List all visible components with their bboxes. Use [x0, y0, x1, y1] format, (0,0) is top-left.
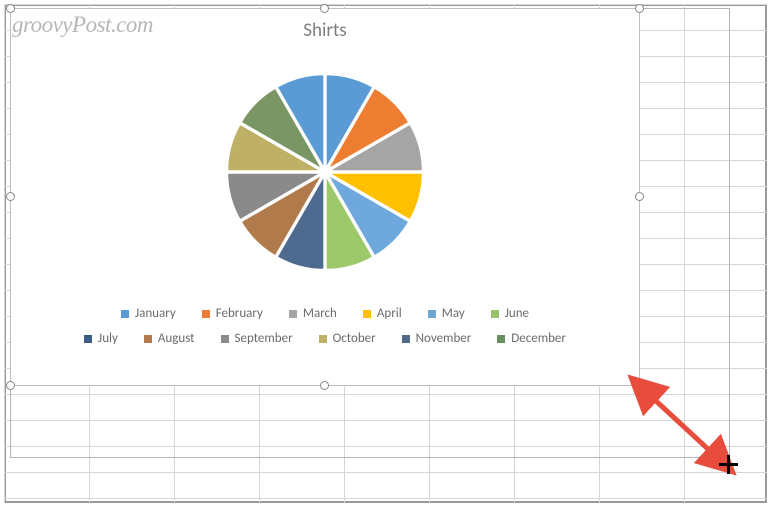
- legend-item[interactable]: May: [428, 306, 465, 321]
- chart-title[interactable]: Shirts: [11, 9, 639, 42]
- legend-swatch-icon: [363, 310, 371, 318]
- legend-label: June: [505, 306, 529, 321]
- legend-swatch-icon: [289, 310, 297, 318]
- resize-handle-sw[interactable]: [6, 381, 15, 390]
- legend-label: August: [158, 331, 195, 346]
- resize-handle-e[interactable]: [635, 192, 644, 201]
- legend-label: April: [377, 306, 402, 321]
- legend-swatch-icon: [202, 310, 210, 318]
- resize-handle-nw[interactable]: [6, 4, 15, 13]
- legend-swatch-icon: [144, 335, 152, 343]
- resize-handle-s[interactable]: [320, 381, 329, 390]
- legend-item[interactable]: February: [202, 306, 263, 321]
- legend-row: July August September October November Decemb…: [45, 331, 605, 346]
- legend-label: January: [135, 306, 176, 321]
- legend-swatch-icon: [221, 335, 229, 343]
- legend-item[interactable]: October: [319, 331, 376, 346]
- legend-label: July: [98, 331, 118, 346]
- pie-chart[interactable]: [211, 58, 439, 286]
- legend-item[interactable]: April: [363, 306, 402, 321]
- pie-plot-area[interactable]: [11, 42, 639, 302]
- legend-swatch-icon: [497, 335, 505, 343]
- resize-handle-w[interactable]: [6, 192, 15, 201]
- legend-label: October: [333, 331, 376, 346]
- resize-handle-ne[interactable]: [635, 4, 644, 13]
- chart-container[interactable]: Shirts JanuaryFebruaryMarchAprilMayJuneJ…: [10, 8, 640, 386]
- legend-item[interactable]: March: [289, 306, 337, 321]
- legend-label: November: [416, 331, 472, 346]
- legend-item[interactable]: July: [84, 331, 118, 346]
- legend-swatch-icon: [319, 335, 327, 343]
- legend-label: March: [303, 306, 337, 321]
- legend-item[interactable]: August: [144, 331, 195, 346]
- resize-handle-n[interactable]: [320, 4, 329, 13]
- legend-swatch-icon: [84, 335, 92, 343]
- legend-label: September: [235, 331, 293, 346]
- chart-legend[interactable]: January February March April May June July Augu…: [11, 302, 639, 360]
- legend-row: January February March April May June: [45, 306, 605, 321]
- legend-swatch-icon: [491, 310, 499, 318]
- legend-item[interactable]: November: [402, 331, 472, 346]
- legend-label: May: [442, 306, 465, 321]
- legend-label: December: [511, 331, 566, 346]
- legend-swatch-icon: [402, 335, 410, 343]
- legend-item[interactable]: December: [497, 331, 566, 346]
- legend-swatch-icon: [428, 310, 436, 318]
- legend-item[interactable]: September: [221, 331, 293, 346]
- resize-handle-se[interactable]: [635, 381, 644, 390]
- legend-swatch-icon: [121, 310, 129, 318]
- legend-item[interactable]: June: [491, 306, 529, 321]
- legend-item[interactable]: January: [121, 306, 176, 321]
- legend-label: February: [216, 306, 263, 321]
